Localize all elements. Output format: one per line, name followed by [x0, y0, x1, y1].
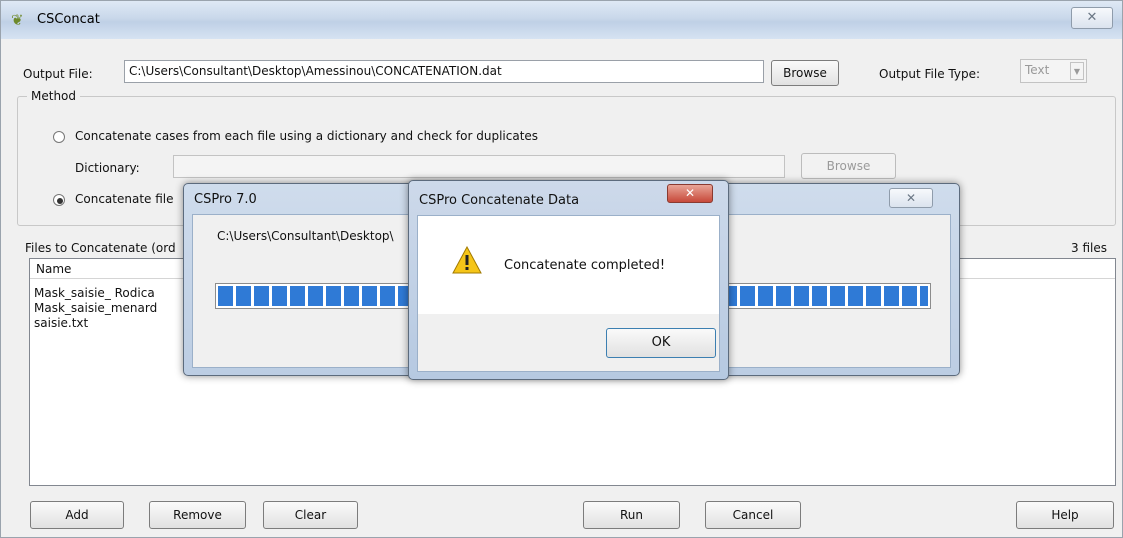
method-dictionary-option-label: Concatenate cases from each file using a…	[75, 129, 539, 143]
message-dialog-title: CSPro Concatenate Data	[419, 193, 580, 208]
run-button[interactable]: Run	[583, 501, 680, 529]
message-dialog-body: Concatenate completed! OK	[417, 215, 720, 372]
progress-dialog-title: CSPro 7.0	[194, 192, 257, 207]
dictionary-input[interactable]	[173, 155, 785, 178]
list-item[interactable]: Mask_saisie_ Rodica	[34, 286, 155, 300]
close-icon[interactable]: ✕	[1071, 7, 1113, 29]
cancel-button[interactable]: Cancel	[705, 501, 801, 529]
output-file-type-label: Output File Type:	[879, 67, 980, 81]
output-file-input[interactable]: C:\Users\Consultant\Desktop\Amessinou\CO…	[124, 60, 764, 83]
method-legend: Method	[27, 89, 81, 103]
message-dialog: CSPro Concatenate Data ✕ Concatenate com…	[408, 180, 729, 380]
files-to-concatenate-label: Files to Concatenate (ord	[25, 241, 176, 255]
output-browse-button[interactable]: Browse	[771, 60, 839, 86]
list-item[interactable]: Mask_saisie_menard	[34, 301, 157, 315]
list-item[interactable]: saisie.txt	[34, 316, 88, 330]
close-icon[interactable]: ✕	[667, 184, 713, 203]
dictionary-label: Dictionary:	[75, 161, 140, 175]
method-file-radio[interactable]	[53, 194, 65, 206]
message-text: Concatenate completed!	[504, 258, 666, 273]
dictionary-browse-button[interactable]: Browse	[801, 153, 896, 179]
output-file-label: Output File:	[23, 67, 93, 81]
method-file-option-label: Concatenate file	[75, 192, 174, 206]
clear-button[interactable]: Clear	[263, 501, 358, 529]
output-file-type-select[interactable]: Text ▼	[1020, 59, 1087, 83]
method-dictionary-radio[interactable]	[53, 131, 65, 143]
warning-icon	[452, 246, 482, 274]
chevron-down-icon[interactable]: ▼	[1070, 62, 1084, 80]
help-button[interactable]: Help	[1016, 501, 1114, 529]
window-title: CSConcat	[37, 12, 100, 27]
title-bar[interactable]: ❦ CSConcat ✕	[1, 1, 1122, 39]
app-icon: ❦	[11, 11, 24, 29]
progress-path: C:\Users\Consultant\Desktop\	[217, 229, 394, 243]
ok-button[interactable]: OK	[606, 328, 716, 358]
add-button[interactable]: Add	[30, 501, 124, 529]
remove-button[interactable]: Remove	[149, 501, 246, 529]
close-icon[interactable]: ✕	[889, 188, 933, 208]
column-header-name[interactable]: Name	[36, 262, 71, 276]
file-count: 3 files	[1071, 241, 1107, 255]
message-area: Concatenate completed!	[418, 216, 719, 314]
output-file-type-value: Text	[1025, 63, 1050, 77]
